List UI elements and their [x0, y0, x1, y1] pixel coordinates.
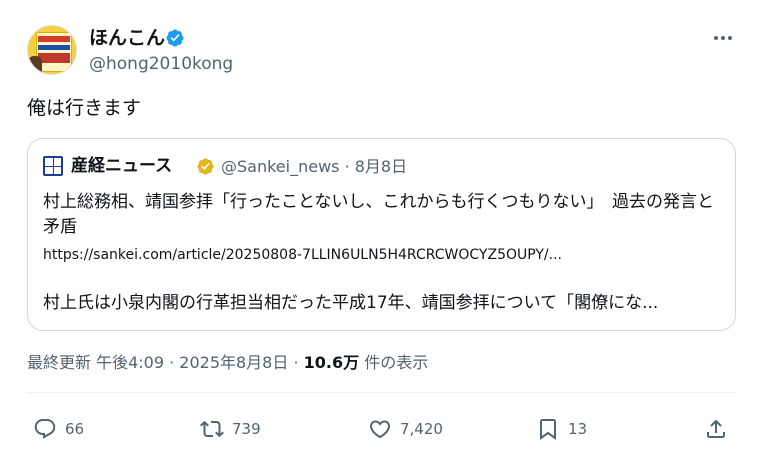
divider	[27, 392, 736, 393]
retweet-button[interactable]: 739	[200, 414, 261, 444]
like-icon	[369, 420, 391, 439]
bookmark-button[interactable]: 13	[536, 414, 587, 444]
quote-card[interactable]: 産経ニュース @Sankei_news · 8月8日 村上総務相、靖国参拝「行っ…	[27, 138, 736, 331]
reply-button[interactable]: 66	[33, 414, 84, 444]
tweet-text: 俺は行きます	[27, 97, 142, 119]
bookmark-count: 13	[568, 420, 588, 438]
more-icon	[714, 36, 718, 40]
retweet-icon	[200, 420, 224, 438]
like-button[interactable]: 7,420	[368, 414, 443, 444]
quote-excerpt: 村上氏は小泉内閣の行革担当相だった平成17年、靖国参拝について「閣僚にな...	[43, 293, 659, 313]
verified-icon	[197, 158, 214, 175]
reply-count: 66	[65, 420, 85, 438]
tweet-meta: 最終更新 午後4:09 · 2025年8月8日 · 10.6万 件の表示	[27, 352, 428, 374]
share-icon	[707, 419, 725, 438]
avatar[interactable]	[27, 25, 77, 75]
view-count: 10.6万	[303, 353, 360, 372]
reply-icon	[34, 419, 56, 439]
quote-body: 村上総務相、靖国参拝「行ったことないし、これからも行くつもりない」 過去の発言と…	[43, 192, 714, 237]
quote-handle-date: @Sankei_news · 8月8日	[221, 157, 408, 176]
more-button[interactable]	[708, 28, 738, 48]
quote-avatar	[43, 156, 63, 176]
timestamp[interactable]: 最終更新 午後4:09 · 2025年8月8日 ·	[27, 353, 304, 372]
quote-link[interactable]: https://sankei.com/article/20250808-7LLI…	[43, 245, 562, 265]
author-handle[interactable]: @hong2010kong	[89, 53, 233, 75]
bookmark-icon	[540, 419, 556, 440]
verified-icon	[166, 29, 184, 47]
quote-author-name: 産経ニュース	[71, 156, 173, 176]
like-count: 7,420	[400, 420, 443, 438]
display-name[interactable]: ほんこん	[89, 26, 165, 50]
views-label: 件の表示	[359, 353, 429, 372]
retweet-count: 739	[232, 420, 261, 438]
share-button[interactable]	[704, 414, 728, 444]
